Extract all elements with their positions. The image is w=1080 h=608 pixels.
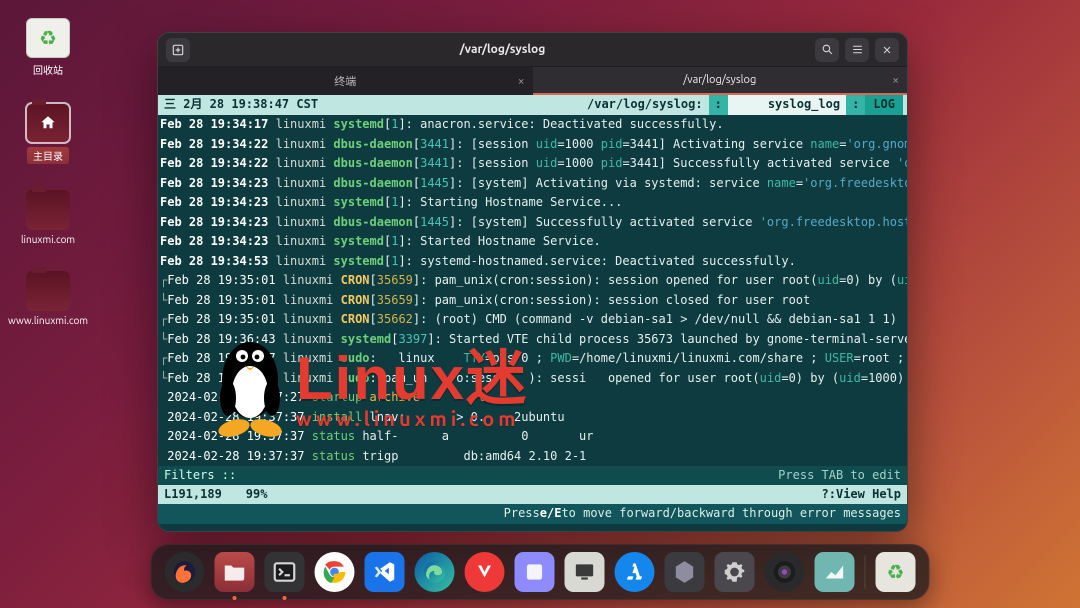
- topbar-path: /var/log/syslog:: [581, 95, 709, 115]
- monitor-icon[interactable]: [565, 552, 605, 592]
- topbar-date: 三 2月 28 19:38:47 CST: [164, 95, 318, 115]
- close-button[interactable]: [875, 38, 899, 62]
- folder-www-linuxmi[interactable]: www.linuxmi.com: [18, 271, 78, 326]
- status-bar: L191,189 99% ?:View Help: [158, 485, 907, 504]
- home-label: 主目录: [27, 147, 69, 164]
- gear-icon[interactable]: [715, 552, 755, 592]
- chrome-icon[interactable]: [315, 552, 355, 592]
- stats-icon[interactable]: [815, 552, 855, 592]
- filters-bar[interactable]: Filters :: Press TAB to edit: [158, 466, 907, 485]
- dock: ♻: [151, 544, 930, 600]
- vscode-icon[interactable]: [365, 552, 405, 592]
- new-tab-button[interactable]: [166, 38, 190, 62]
- topbar-mode: LOG: [865, 95, 903, 115]
- window-title: /var/log/syslog: [460, 43, 546, 56]
- obs-icon[interactable]: [765, 552, 805, 592]
- hint-pre: Press: [504, 504, 540, 524]
- log-lines[interactable]: Feb 28 19:34:17 linuxmi systemd[1]: anac…: [158, 115, 907, 466]
- appstore-icon[interactable]: [615, 552, 655, 592]
- firefox-icon[interactable]: [165, 552, 205, 592]
- status-help: ?:View Help: [822, 485, 901, 505]
- topbar-name: syslog_log: [728, 95, 846, 115]
- titlebar[interactable]: /var/log/syslog: [158, 33, 907, 67]
- desktop-icons: ♻ 回收站 主目录 linuxmi.com www.linuxmi.com: [18, 18, 78, 326]
- topbar-cursor: :: [709, 95, 728, 115]
- filters-label: Filters ::: [164, 466, 236, 486]
- editor-window: /var/log/syslog 终端 × /var/log/syslog × 三…: [157, 32, 908, 532]
- tabs-bar: 终端 × /var/log/syslog ×: [158, 67, 907, 95]
- menu-button[interactable]: [845, 38, 869, 62]
- tab-terminal-close-icon[interactable]: ×: [518, 75, 525, 88]
- hint-key: e/E: [540, 504, 562, 524]
- filters-hint: Press TAB to edit: [778, 466, 901, 486]
- tab-terminal-label: 终端: [334, 73, 356, 89]
- status-pct: 99%: [246, 485, 268, 505]
- files-icon[interactable]: [215, 552, 255, 592]
- trash-label: 回收站: [33, 62, 63, 77]
- tab-syslog-label: /var/log/syslog: [683, 74, 756, 86]
- vivaldi-icon[interactable]: [465, 552, 505, 592]
- tab-syslog[interactable]: /var/log/syslog ×: [533, 67, 908, 95]
- hint-post: to move forward/backward through error m…: [561, 504, 901, 524]
- log-viewer[interactable]: 三 2月 28 19:38:47 CST /var/log/syslog: : …: [158, 95, 907, 531]
- folder-linuxmi[interactable]: linuxmi.com: [18, 190, 78, 245]
- tab-syslog-close-icon[interactable]: ×: [892, 74, 899, 87]
- hint-bar: Press e/E to move forward/backward throu…: [158, 504, 907, 524]
- edge-icon[interactable]: [415, 552, 455, 592]
- settings-hex-icon[interactable]: [665, 552, 705, 592]
- trash-icon[interactable]: ♻ 回收站: [18, 18, 78, 77]
- screenshot-icon[interactable]: [515, 552, 555, 592]
- dock-trash-icon[interactable]: ♻: [876, 552, 916, 592]
- home-folder[interactable]: 主目录: [18, 103, 78, 164]
- tab-terminal[interactable]: 终端 ×: [158, 67, 533, 95]
- search-button[interactable]: [815, 38, 839, 62]
- topbar-cursor2: :: [846, 95, 865, 115]
- log-topbar: 三 2月 28 19:38:47 CST /var/log/syslog: : …: [158, 95, 907, 115]
- terminal-icon[interactable]: [265, 552, 305, 592]
- status-pos: L191,189: [164, 485, 222, 505]
- folder-linuxmi-label: linuxmi.com: [21, 234, 75, 245]
- folder-www-label: www.linuxmi.com: [8, 315, 88, 326]
